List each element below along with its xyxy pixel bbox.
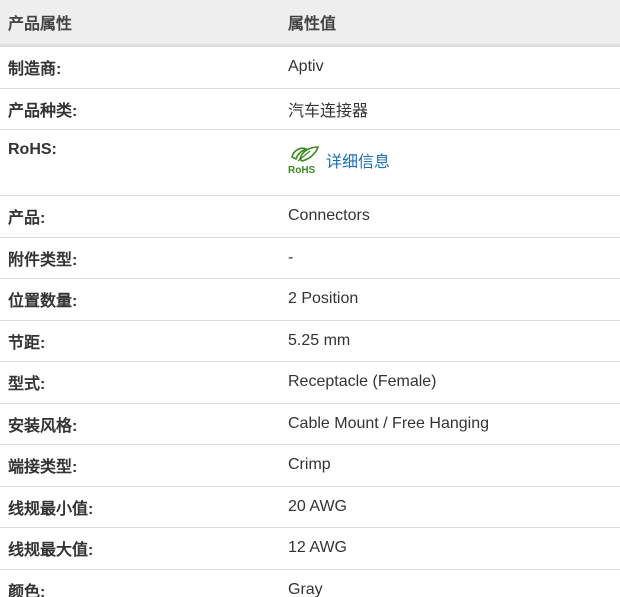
table-row: 安装风格: Cable Mount / Free Hanging bbox=[0, 403, 620, 445]
row-value-pitch: 5.25 mm bbox=[280, 320, 620, 362]
row-value-positions: 2 Position bbox=[280, 278, 620, 321]
table-row: 端接类型: Crimp bbox=[0, 444, 620, 487]
table-row: 线规最大值: 12 AWG bbox=[0, 527, 620, 570]
row-value-manufacturer: Aptiv bbox=[280, 45, 620, 89]
table-row: 节距: 5.25 mm bbox=[0, 320, 620, 362]
row-label-mounting-style: 安装风格: bbox=[0, 403, 280, 445]
table-row: 产品: Connectors bbox=[0, 195, 620, 238]
row-label-accessory-type: 附件类型: bbox=[0, 237, 280, 279]
table-row: 制造商: Aptiv bbox=[0, 45, 620, 89]
row-value-termination-type: Crimp bbox=[280, 444, 620, 487]
rohs-logo-text: RoHS bbox=[288, 165, 316, 175]
table-header-row: 产品属性 属性值 bbox=[0, 0, 620, 47]
row-label-pitch: 节距: bbox=[0, 320, 280, 362]
table-row: 颜色: Gray bbox=[0, 569, 620, 597]
row-label-positions: 位置数量: bbox=[0, 278, 280, 321]
table-row: 线规最小值: 20 AWG bbox=[0, 486, 620, 528]
row-label-style: 型式: bbox=[0, 361, 280, 404]
row-label-wire-gauge-max: 线规最大值: bbox=[0, 527, 280, 570]
row-label-rohs: RoHS: bbox=[0, 129, 280, 196]
row-value-color: Gray bbox=[280, 569, 620, 597]
table-row: 型式: Receptacle (Female) bbox=[0, 361, 620, 404]
table-row: 附件类型: - bbox=[0, 237, 620, 279]
row-value-wire-gauge-min: 20 AWG bbox=[280, 486, 620, 528]
row-value-accessory-type: - bbox=[280, 237, 620, 279]
rohs-info: RoHS 详细信息 bbox=[288, 145, 390, 175]
value-column-header: 属性值 bbox=[280, 0, 620, 47]
table-row: 位置数量: 2 Position bbox=[0, 278, 620, 321]
row-value-mounting-style: Cable Mount / Free Hanging bbox=[280, 403, 620, 445]
row-value-product: Connectors bbox=[280, 195, 620, 238]
table-row: 产品种类: 汽车连接器 bbox=[0, 88, 620, 130]
row-value-product-category: 汽车连接器 bbox=[280, 88, 620, 130]
attribute-column-header: 产品属性 bbox=[0, 0, 280, 47]
row-label-color: 颜色: bbox=[0, 569, 280, 597]
product-attribute-table: 产品属性 属性值 制造商: Aptiv 产品种类: 汽车连接器 RoHS: Ro… bbox=[0, 0, 620, 597]
table-row: RoHS: RoHS 详细信息 bbox=[0, 129, 620, 196]
row-value-style: Receptacle (Female) bbox=[280, 361, 620, 404]
row-label-manufacturer: 制造商: bbox=[0, 45, 280, 89]
row-label-wire-gauge-min: 线规最小值: bbox=[0, 486, 280, 528]
rohs-details-link[interactable]: 详细信息 bbox=[326, 148, 390, 172]
rohs-leaf-icon: RoHS bbox=[288, 146, 320, 175]
row-label-termination-type: 端接类型: bbox=[0, 444, 280, 487]
row-value-wire-gauge-max: 12 AWG bbox=[280, 527, 620, 570]
row-label-product: 产品: bbox=[0, 195, 280, 238]
row-value-rohs: RoHS 详细信息 bbox=[280, 129, 620, 196]
row-label-product-category: 产品种类: bbox=[0, 88, 280, 130]
